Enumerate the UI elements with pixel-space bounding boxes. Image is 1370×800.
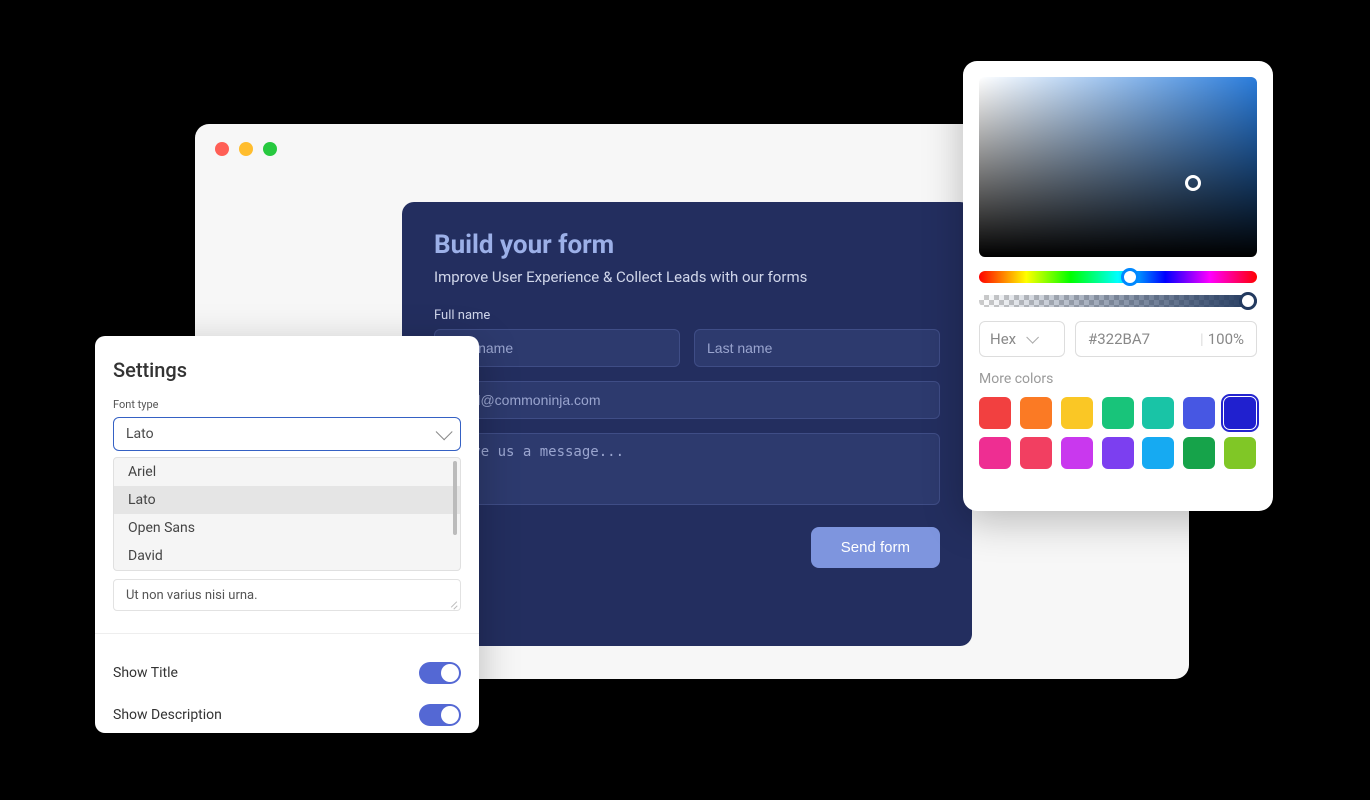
show-description-label: Show Description <box>113 707 222 723</box>
color-swatch[interactable] <box>1020 397 1052 429</box>
color-swatch[interactable] <box>1183 397 1215 429</box>
show-description-toggle[interactable] <box>419 704 461 726</box>
close-icon[interactable] <box>215 142 229 156</box>
color-picker-panel: Hex #322BA7 |100% More colors <box>963 61 1273 511</box>
color-swatch[interactable] <box>1142 397 1174 429</box>
chevron-down-icon <box>1026 331 1039 344</box>
color-swatch[interactable] <box>1102 397 1134 429</box>
font-option[interactable]: David <box>114 542 460 570</box>
send-form-button[interactable]: Send form <box>811 527 940 568</box>
alpha-thumb[interactable] <box>1239 292 1257 310</box>
full-name-label: Full name <box>434 308 940 323</box>
form-preview-panel: Build your form Improve User Experience … <box>402 202 972 646</box>
scrollbar[interactable] <box>453 461 457 535</box>
color-swatch[interactable] <box>979 397 1011 429</box>
message-textarea[interactable] <box>434 433 940 505</box>
color-swatch[interactable] <box>1061 397 1093 429</box>
more-colors-label: More colors <box>979 371 1257 387</box>
form-subtitle: Improve User Experience & Collect Leads … <box>434 268 940 286</box>
color-swatch[interactable] <box>979 437 1011 469</box>
hex-value: #322BA7 <box>1088 330 1150 348</box>
font-option[interactable]: Ariel <box>114 458 460 486</box>
color-format-select[interactable]: Hex <box>979 321 1065 357</box>
swatch-grid <box>979 397 1257 469</box>
color-swatch[interactable] <box>1020 437 1052 469</box>
divider <box>95 633 479 634</box>
color-cursor[interactable] <box>1185 175 1201 191</box>
email-input[interactable] <box>434 381 940 419</box>
maximize-icon[interactable] <box>263 142 277 156</box>
example-text-box[interactable]: Ut non varius nisi urna. <box>113 579 461 611</box>
chevron-down-icon <box>436 423 453 440</box>
color-swatch[interactable] <box>1224 437 1256 469</box>
settings-title: Settings <box>113 358 461 382</box>
color-swatch[interactable] <box>1183 437 1215 469</box>
minimize-icon[interactable] <box>239 142 253 156</box>
font-selected-value: Lato <box>126 426 154 442</box>
last-name-input[interactable] <box>694 329 940 367</box>
hue-thumb[interactable] <box>1121 268 1139 286</box>
format-value: Hex <box>990 330 1016 348</box>
settings-panel: Settings Font type Lato Ariel Lato Open … <box>95 336 479 733</box>
color-swatch[interactable] <box>1142 437 1174 469</box>
alpha-gradient <box>979 295 1257 307</box>
font-dropdown: Ariel Lato Open Sans David <box>113 457 461 571</box>
font-option[interactable]: Lato <box>114 486 460 514</box>
hex-value-box[interactable]: #322BA7 |100% <box>1075 321 1257 357</box>
hue-slider[interactable] <box>979 271 1257 283</box>
font-type-select[interactable]: Lato <box>113 417 461 451</box>
color-swatch[interactable] <box>1061 437 1093 469</box>
resize-handle-icon[interactable] <box>448 598 458 608</box>
font-option[interactable]: Open Sans <box>114 514 460 542</box>
alpha-slider[interactable] <box>979 295 1257 307</box>
opacity-value: 100% <box>1208 330 1244 348</box>
example-text: Ut non varius nisi urna. <box>126 588 258 603</box>
color-swatch[interactable] <box>1102 437 1134 469</box>
show-title-label: Show Title <box>113 665 178 681</box>
saturation-value-area[interactable] <box>979 77 1257 257</box>
font-type-label: Font type <box>113 398 461 411</box>
window-controls <box>215 142 277 156</box>
color-swatch[interactable] <box>1224 397 1256 429</box>
form-title: Build your form <box>434 230 940 260</box>
show-title-toggle[interactable] <box>419 662 461 684</box>
